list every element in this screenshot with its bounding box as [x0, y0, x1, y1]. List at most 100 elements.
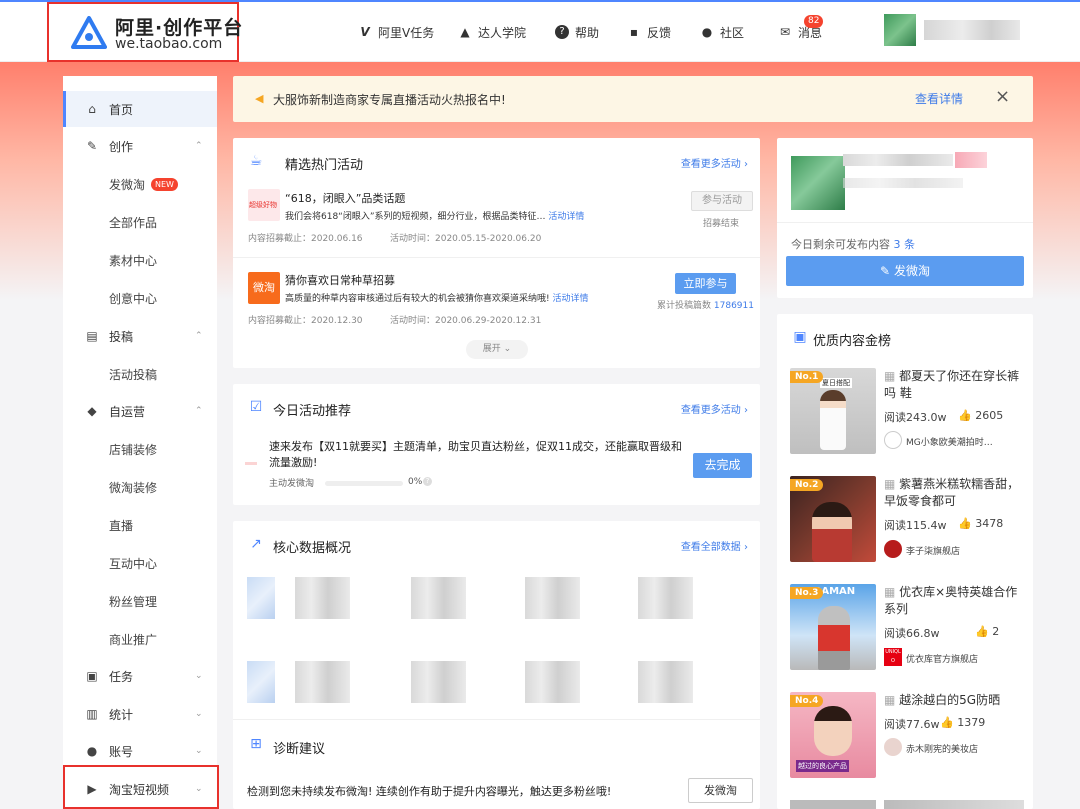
sidebar-item[interactable]: ▣任务⌄ [63, 658, 217, 694]
top-header: 阿里·创作平台 we.taobao.com V 阿里V任务 ▲ 达人学院 ? 帮… [0, 0, 1080, 62]
profile-avatar[interactable] [791, 156, 845, 210]
sidebar-item-label: 首页 [109, 101, 133, 118]
count-label: 累计投稿篇数 [657, 301, 711, 311]
username-blurred[interactable] [924, 20, 1020, 40]
expand-button[interactable]: 展开 ⌄ [466, 340, 528, 359]
sidebar-item[interactable]: 全部作品 [63, 204, 217, 240]
activity-title[interactable]: 猜你喜欢日常种草招募 [285, 272, 395, 288]
activity-detail-link[interactable]: 活动详情 [548, 212, 584, 222]
card-title: 核心数据概况 [273, 537, 351, 556]
author-name[interactable]: 李子柒旗舰店 [906, 544, 960, 557]
like-count: 👍 1379 [940, 716, 985, 729]
sidebar-item[interactable]: ▥统计⌄ [63, 696, 217, 732]
sidebar-item[interactable]: 发微淘NEW [63, 166, 217, 202]
sidebar-item[interactable]: 微淘装修 [63, 469, 217, 505]
like-value: 3478 [975, 517, 1003, 530]
uniqlo-logo: UNIQLO [884, 648, 902, 666]
metric-blurred [411, 577, 466, 619]
weitao-thumb: 微淘 [248, 272, 280, 304]
card-title: 今日活动推荐 [273, 400, 351, 419]
post-weitao-main-button[interactable]: ✎ 发微淘 [786, 256, 1024, 286]
bar-chart-icon: ▥ [85, 707, 99, 721]
rank-tag: No.1 [790, 371, 823, 383]
nav-label: 帮助 [575, 24, 599, 41]
sidebar-item-label: 直播 [109, 517, 133, 534]
sidebar-item[interactable]: 店铺装修 [63, 431, 217, 467]
more-activities-link[interactable]: 查看更多活动 › [681, 155, 748, 170]
metric-blurred [638, 577, 693, 619]
user-avatar[interactable] [884, 14, 916, 46]
core-data-card: ↗ 核心数据概况 查看全部数据 › ⊞ 诊断建议 检测到您未持续发布微淘! 连续… [233, 521, 760, 809]
author-name[interactable]: MG小象欧美潮拍时… [906, 435, 993, 448]
rank-list-item[interactable]: No.2 ▦ 紫薯燕米糕软糯香甜，早饭零食都可 阅读115.4w 👍 3478 … [790, 476, 1030, 576]
more-activities-link[interactable]: 查看更多活动 › [681, 401, 748, 416]
author-name[interactable]: 优衣库官方旗舰店 [906, 652, 978, 665]
logo-highlight-box[interactable]: 阿里·创作平台 we.taobao.com [47, 2, 239, 62]
activity-title[interactable]: “618，闭眼入”品类话题 [285, 190, 405, 206]
activity-desc: 高质量的种草内容审核通过后有较大的机会被猜你喜欢渠道采纳哦! 活动详情 [285, 291, 589, 304]
nav-feedback[interactable]: ▪ 反馈 [627, 22, 671, 42]
activity-detail-link[interactable]: 活动详情 [553, 294, 589, 304]
sidebar-item[interactable]: 素材中心 [63, 242, 217, 278]
nav-v-task[interactable]: V 阿里V任务 [358, 22, 434, 42]
rank-tag: No.4 [790, 695, 823, 707]
sidebar-item[interactable]: 粉丝管理 [63, 583, 217, 619]
nav-label: 反馈 [647, 24, 671, 41]
join-now-button[interactable]: 立即参与 [675, 273, 736, 294]
join-activity-button-disabled[interactable]: 参与活动 [691, 191, 753, 211]
sidebar-item-label: 统计 [109, 706, 133, 723]
rank-title-text: 越涂越白的5G防晒 [899, 693, 1000, 707]
sidebar-item[interactable]: 商业推广 [63, 621, 217, 657]
nav-help[interactable]: ? 帮助 [555, 22, 599, 42]
notice-detail-link[interactable]: 查看详情 [915, 90, 963, 107]
grid-icon: ▦ [884, 369, 899, 383]
sidebar-item[interactable]: ◆自运营⌃ [63, 393, 217, 429]
nav-community[interactable]: ● 社区 [700, 22, 744, 42]
new-badge: NEW [151, 178, 178, 191]
profile-info-blurred [843, 178, 963, 188]
sidebar-item[interactable]: 直播 [63, 507, 217, 543]
thumbs-up-icon: 👍 [975, 625, 989, 638]
rank-title: ▦ 优衣库×奥特英雄合作系列 [884, 584, 1024, 618]
author-avatar [884, 738, 902, 756]
rank-list-item[interactable]: 夏日搭配 No.1 ▦ 都夏天了你还在穿长裤吗 鞋 阅读243.0w 👍 260… [790, 368, 1030, 468]
metric-blurred [525, 577, 580, 619]
remaining-posts: 今日剩余可发布内容 3 条 [791, 236, 915, 252]
sidebar-item[interactable]: ✎创作⌃ [63, 128, 217, 164]
rank-list-item[interactable]: 越过的良心产品 No.4 ▦ 越涂越白的5G防晒 阅读77.6w 👍 1379 … [790, 692, 1030, 792]
sidebar-item[interactable]: 活动投稿 [63, 356, 217, 392]
v-icon: V [358, 25, 372, 39]
chevron-up-icon: ⌃ [195, 406, 203, 416]
speaker-icon: ◀ [255, 92, 263, 105]
author-name[interactable]: 赤木刚宪的美妆店 [906, 742, 978, 755]
post-weitao-button[interactable]: 发微淘 [688, 778, 753, 803]
remaining-label: 今日剩余可发布内容 [791, 238, 890, 251]
rank-tag: No.3 [790, 587, 823, 599]
close-icon[interactable]: × [995, 86, 1010, 107]
sidebar-item[interactable]: ⌂首页 [63, 91, 217, 127]
like-count: 👍 2605 [958, 409, 1003, 422]
cup-icon: ☕ [247, 152, 265, 170]
nav-academy[interactable]: ▲ 达人学院 [458, 22, 526, 42]
sidebar-item[interactable]: ●账号⌄ [63, 733, 217, 769]
activity-desc-text: 我们会将618“闭眼入”系列的短视频，细分行业，根据品类特征… [285, 212, 546, 222]
sidebar-item-label: 素材中心 [109, 252, 157, 269]
thumb-text: 超级好物 [249, 200, 277, 210]
pen-icon: ✎ [85, 139, 99, 153]
sidebar-item-label: 投稿 [109, 328, 133, 345]
go-complete-button[interactable]: 去完成 [693, 453, 752, 478]
grid-icon: ▦ [884, 585, 899, 599]
rank-title-partial [884, 800, 1024, 809]
rank-title: ▦ 紫薯燕米糕软糯香甜，早饭零食都可 [884, 476, 1024, 510]
info-icon[interactable]: ? [423, 477, 432, 486]
model-figure [812, 502, 852, 562]
sidebar-item[interactable]: ▤投稿⌃ [63, 318, 217, 354]
sidebar-item[interactable]: 互动中心 [63, 545, 217, 581]
ultraman-figure [818, 606, 850, 670]
activity-deadline: 内容招募截止：2020.12.30 [248, 313, 363, 326]
sidebar-item[interactable]: 创意中心 [63, 280, 217, 316]
rank-list-item[interactable]: ULTRAMAN No.3 ▦ 优衣库×奥特英雄合作系列 阅读66.8w 👍 2… [790, 584, 1030, 684]
more-data-link[interactable]: 查看全部数据 › [681, 538, 748, 553]
sidebar-item-label: 互动中心 [109, 555, 157, 572]
activity-desc: 我们会将618“闭眼入”系列的短视频，细分行业，根据品类特征… 活动详情 [285, 209, 584, 222]
